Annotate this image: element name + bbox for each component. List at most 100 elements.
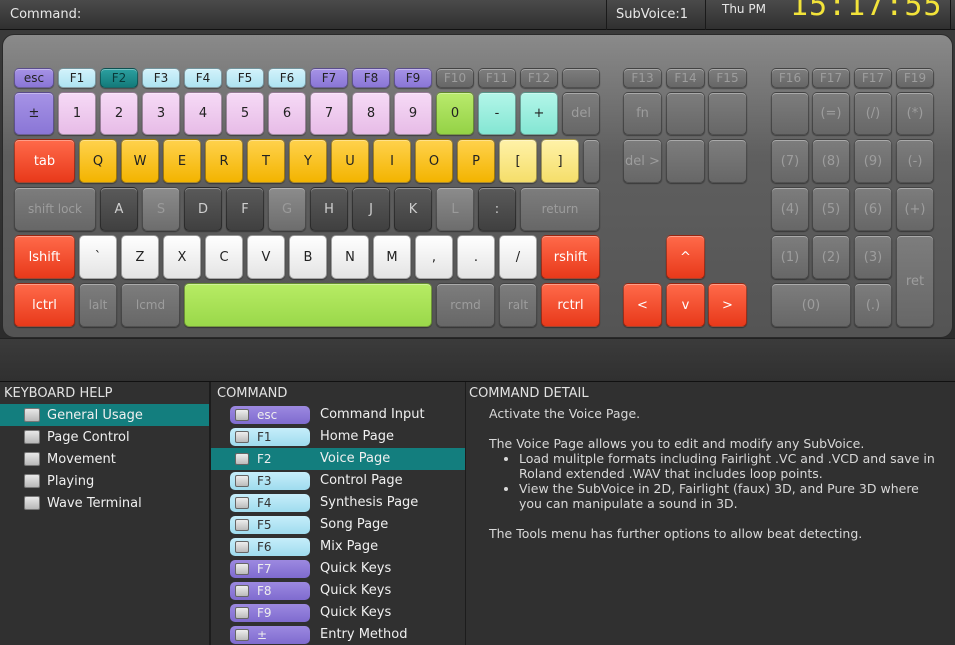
key-numpad-equals[interactable]: (=): [812, 92, 850, 135]
key-f16[interactable]: F16: [771, 68, 809, 88]
key-numpad-blank[interactable]: [771, 92, 809, 135]
key-numpad-8[interactable]: (8): [812, 139, 850, 183]
key-f5[interactable]: F5: [226, 68, 264, 88]
key-down[interactable]: v: [666, 283, 705, 327]
key-backtick[interactable]: `: [79, 235, 117, 279]
key-numpad-0[interactable]: (0): [771, 283, 851, 327]
key-lbracket[interactable]: [: [499, 139, 537, 183]
key-space[interactable]: [184, 283, 432, 327]
key-del[interactable]: del: [562, 92, 600, 135]
key-s[interactable]: S: [142, 187, 180, 231]
key-z[interactable]: Z: [121, 235, 159, 279]
command-item[interactable]: F5 Song Page: [211, 514, 465, 536]
key-p[interactable]: P: [457, 139, 495, 183]
help-item[interactable]: Page Control: [0, 426, 209, 448]
key-i[interactable]: I: [373, 139, 411, 183]
key-f15[interactable]: F15: [708, 68, 747, 88]
key-rshift[interactable]: rshift: [541, 235, 600, 279]
key-f11[interactable]: F11: [478, 68, 516, 88]
key-r[interactable]: R: [205, 139, 243, 183]
key-0[interactable]: 0: [436, 92, 474, 135]
command-item[interactable]: F7 Quick Keys: [211, 558, 465, 580]
key-m[interactable]: M: [373, 235, 411, 279]
key-u[interactable]: U: [331, 139, 369, 183]
key-f19[interactable]: F19: [896, 68, 934, 88]
command-item[interactable]: esc Command Input: [211, 404, 465, 426]
key-f1[interactable]: F1: [58, 68, 96, 88]
key-numpad-1[interactable]: (1): [771, 235, 809, 279]
key-1[interactable]: 1: [58, 92, 96, 135]
key-d[interactable]: D: [184, 187, 222, 231]
key-f13[interactable]: F13: [623, 68, 662, 88]
key-comma[interactable]: ,: [415, 235, 453, 279]
key-minus[interactable]: -: [478, 92, 516, 135]
key-l[interactable]: L: [436, 187, 474, 231]
key-tab[interactable]: tab: [14, 139, 75, 183]
key-8[interactable]: 8: [352, 92, 390, 135]
key-f14[interactable]: F14: [666, 68, 705, 88]
key-f4[interactable]: F4: [184, 68, 222, 88]
key-f2[interactable]: F2: [100, 68, 138, 88]
key-nav-blank2[interactable]: [708, 92, 747, 135]
key-t[interactable]: T: [247, 139, 285, 183]
key-left[interactable]: <: [623, 283, 662, 327]
key-numpad-divide[interactable]: (/): [854, 92, 892, 135]
key-period[interactable]: .: [457, 235, 495, 279]
key-esc[interactable]: esc: [14, 68, 54, 88]
key-e[interactable]: E: [163, 139, 201, 183]
key-colon[interactable]: :: [478, 187, 516, 231]
key-numpad-multiply[interactable]: (*): [896, 92, 934, 135]
command-item[interactable]: F8 Quick Keys: [211, 580, 465, 602]
key-ralt[interactable]: ralt: [499, 283, 537, 327]
key-f[interactable]: F: [226, 187, 264, 231]
key-numpad-dot[interactable]: (.): [854, 283, 892, 327]
key-c[interactable]: C: [205, 235, 243, 279]
key-f17b[interactable]: F17: [854, 68, 892, 88]
key-rcmd[interactable]: rcmd: [436, 283, 495, 327]
key-f8[interactable]: F8: [352, 68, 390, 88]
key-n[interactable]: N: [331, 235, 369, 279]
key-o[interactable]: O: [415, 139, 453, 183]
key-y[interactable]: Y: [289, 139, 327, 183]
key-lalt[interactable]: lalt: [79, 283, 117, 327]
key-del-fwd[interactable]: del >: [623, 139, 662, 183]
command-item[interactable]: F9 Quick Keys: [211, 602, 465, 624]
key-f3[interactable]: F3: [142, 68, 180, 88]
key-lcmd[interactable]: lcmd: [121, 283, 180, 327]
key-right[interactable]: >: [708, 283, 747, 327]
key-nav-blank4[interactable]: [708, 139, 747, 183]
key-f6[interactable]: F6: [268, 68, 306, 88]
help-item[interactable]: Movement: [0, 448, 209, 470]
key-numpad-2[interactable]: (2): [812, 235, 850, 279]
key-slash[interactable]: /: [499, 235, 537, 279]
key-up[interactable]: ^: [666, 235, 705, 279]
help-item[interactable]: General Usage: [0, 404, 209, 426]
key-w[interactable]: W: [121, 139, 159, 183]
key-q[interactable]: Q: [79, 139, 117, 183]
command-item[interactable]: F4 Synthesis Page: [211, 492, 465, 514]
key-f9[interactable]: F9: [394, 68, 432, 88]
key-blank[interactable]: [562, 68, 600, 88]
key-nav-blank3[interactable]: [666, 139, 705, 183]
command-label[interactable]: Command:: [10, 7, 81, 22]
key-2[interactable]: 2: [100, 92, 138, 135]
key-plus[interactable]: +: [520, 92, 558, 135]
key-g[interactable]: G: [268, 187, 306, 231]
key-7[interactable]: 7: [310, 92, 348, 135]
command-item[interactable]: ± Entry Method: [211, 624, 465, 645]
key-h[interactable]: H: [310, 187, 348, 231]
key-b[interactable]: B: [289, 235, 327, 279]
key-v[interactable]: V: [247, 235, 285, 279]
key-nav-blank1[interactable]: [666, 92, 705, 135]
key-9[interactable]: 9: [394, 92, 432, 135]
key-numpad-9[interactable]: (9): [854, 139, 892, 183]
key-numpad-5[interactable]: (5): [812, 187, 850, 231]
key-a[interactable]: A: [100, 187, 138, 231]
key-4[interactable]: 4: [184, 92, 222, 135]
key-numpad-minus[interactable]: (-): [896, 139, 934, 183]
key-f17[interactable]: F17: [812, 68, 850, 88]
key-numpad-7[interactable]: (7): [771, 139, 809, 183]
key-f7[interactable]: F7: [310, 68, 348, 88]
subvoice-indicator[interactable]: SubVoice:1: [606, 0, 706, 30]
key-lctrl[interactable]: lctrl: [14, 283, 75, 327]
